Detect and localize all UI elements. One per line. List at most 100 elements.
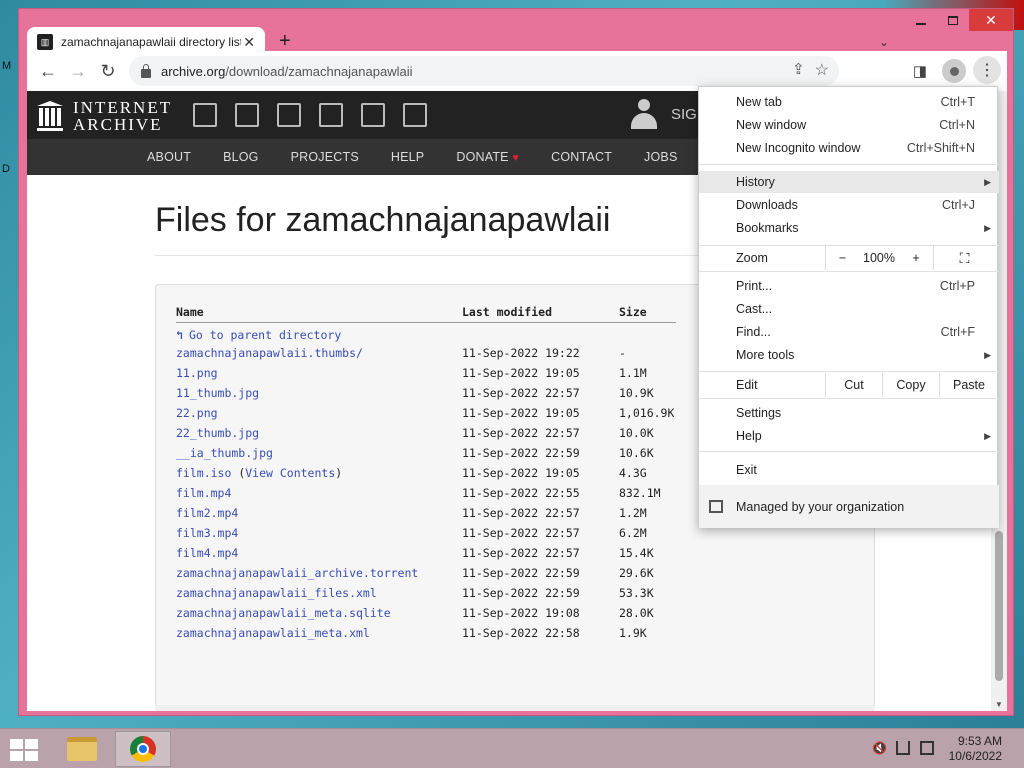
- col-header-size: Size: [619, 305, 676, 323]
- menu-label: Help: [736, 429, 762, 443]
- nav-jobs[interactable]: JOBS: [644, 150, 677, 164]
- file-modified: 11-Sep-2022 22:57: [462, 385, 580, 400]
- network-icon[interactable]: [896, 741, 910, 755]
- file-modified: 11-Sep-2022 22:59: [462, 585, 580, 600]
- file-link[interactable]: film.mp4: [176, 486, 231, 500]
- scrollbar-thumb[interactable]: [995, 531, 1003, 681]
- clock[interactable]: 9:53 AM 10/6/2022: [949, 734, 1002, 764]
- file-modified: 11-Sep-2022 19:05: [462, 365, 580, 380]
- nav-blog[interactable]: BLOG: [223, 150, 259, 164]
- table-row: 22.png 11-Sep-2022 19:05 1,016.9K: [176, 403, 676, 423]
- chrome-app-menu: New tab Ctrl+T New window Ctrl+N New Incog…: [698, 86, 999, 528]
- url-text: archive.org/download/zamachnajanapawlaii: [161, 64, 413, 79]
- side-panel-icon[interactable]: ◨: [905, 56, 935, 86]
- windows-start-icon[interactable]: [10, 739, 38, 761]
- action-center-icon[interactable]: [920, 741, 934, 755]
- file-link[interactable]: 22_thumb.jpg: [176, 426, 259, 440]
- reload-icon[interactable]: ↻: [93, 56, 123, 86]
- horizontal-scrollbar[interactable]: [155, 705, 875, 711]
- video-film-icon[interactable]: [277, 103, 301, 127]
- file-link[interactable]: zamachnajanapawlaii_meta.sqlite: [176, 606, 391, 620]
- ia-building-icon: [37, 101, 63, 131]
- profile-button[interactable]: [939, 56, 969, 86]
- menu-item-settings[interactable]: Settings: [699, 402, 999, 424]
- file-link[interactable]: 22.png: [176, 406, 218, 420]
- file-size: 15.4K: [619, 545, 654, 560]
- nav-projects[interactable]: PROJECTS: [291, 150, 359, 164]
- col-header-modified: Last modified: [462, 305, 619, 323]
- menu-item-history[interactable]: History ▶: [699, 171, 999, 193]
- menu-shortcut: Ctrl+P: [939, 279, 975, 293]
- cut-button[interactable]: Cut: [825, 373, 882, 397]
- menu-item-print[interactable]: Print... Ctrl+P: [699, 275, 999, 297]
- scroll-down-icon[interactable]: ▼: [995, 700, 1003, 709]
- file-size: 10.6K: [619, 445, 654, 460]
- tab-strip: ▥ zamachnajanapawlaii directory listing …: [27, 21, 1007, 57]
- menu-item-new-tab[interactable]: New tab Ctrl+T: [699, 91, 999, 113]
- parent-directory-link[interactable]: ↰ Go to parent directory: [176, 328, 341, 342]
- file-link[interactable]: film4.mp4: [176, 546, 238, 560]
- table-row: zamachnajanapawlaii.thumbs/11-Sep-2022 1…: [176, 343, 676, 363]
- menu-item-help[interactable]: Help ▶: [699, 425, 999, 447]
- menu-item-find[interactable]: Find... Ctrl+F: [699, 321, 999, 343]
- menu-item-exit[interactable]: Exit: [699, 459, 999, 481]
- address-bar[interactable]: archive.org/download/zamachnajanapawlaii…: [129, 56, 839, 86]
- chrome-menu-button[interactable]: ⋮: [973, 56, 1001, 84]
- browser-toolbar: ← → ↻ archive.org/download/zamachnajanap…: [27, 51, 1007, 91]
- file-size: 53.3K: [619, 585, 654, 600]
- bookmark-star-icon[interactable]: ☆: [815, 60, 829, 80]
- zoom-out-button[interactable]: −: [825, 246, 859, 270]
- close-tab-icon[interactable]: ✕: [243, 34, 255, 51]
- menu-item-incognito[interactable]: New Incognito window Ctrl+Shift+N: [699, 137, 999, 159]
- file-link[interactable]: zamachnajanapawlaii.thumbs/: [176, 346, 363, 360]
- file-modified: 11-Sep-2022 19:22: [462, 345, 580, 360]
- chrome-taskbar-button[interactable]: [115, 731, 171, 767]
- menu-item-downloads[interactable]: Downloads Ctrl+J: [699, 194, 999, 216]
- nav-help[interactable]: HELP: [391, 150, 424, 164]
- menu-item-cast[interactable]: Cast...: [699, 298, 999, 320]
- menu-item-new-window[interactable]: New window Ctrl+N: [699, 114, 999, 136]
- audio-speaker-icon[interactable]: [319, 103, 343, 127]
- forward-arrow-icon[interactable]: →: [63, 56, 93, 86]
- texts-book-icon[interactable]: [235, 103, 259, 127]
- file-link[interactable]: film3.mp4: [176, 526, 238, 540]
- zoom-in-button[interactable]: +: [899, 246, 933, 270]
- share-icon[interactable]: ⇪: [792, 60, 805, 80]
- menu-item-bookmarks[interactable]: Bookmarks ▶: [699, 217, 999, 239]
- back-arrow-icon[interactable]: ←: [33, 56, 63, 86]
- nav-donate[interactable]: DONATE ♥: [456, 150, 519, 164]
- file-link[interactable]: film2.mp4: [176, 506, 238, 520]
- table-row: film.iso (View Contents) 11-Sep-2022 19:0…: [176, 463, 676, 483]
- file-modified: 11-Sep-2022 19:05: [462, 465, 580, 480]
- file-size: 28.0K: [619, 605, 654, 620]
- tab-search-chevron-icon[interactable]: ⌄: [879, 35, 889, 49]
- file-explorer-button[interactable]: [54, 731, 110, 767]
- file-link[interactable]: zamachnajanapawlaii_archive.torrent: [176, 566, 418, 580]
- sign-in-area[interactable]: SIGN: [631, 99, 708, 129]
- volume-muted-icon[interactable]: 🔇: [872, 741, 887, 755]
- fullscreen-button[interactable]: ⛶: [933, 246, 995, 270]
- file-link[interactable]: zamachnajanapawlaii_files.xml: [176, 586, 377, 600]
- file-link[interactable]: 11_thumb.jpg: [176, 386, 259, 400]
- tab-title: zamachnajanapawlaii directory listing: [61, 35, 241, 49]
- ia-logo[interactable]: INTERNET ARCHIVE: [37, 99, 172, 133]
- file-link[interactable]: film.iso: [176, 466, 231, 480]
- paste-button[interactable]: Paste: [939, 373, 998, 397]
- table-row: zamachnajanapawlaii_meta.xml 11-Sep-2022 …: [176, 623, 676, 643]
- file-link[interactable]: __ia_thumb.jpg: [176, 446, 273, 460]
- nav-about[interactable]: ABOUT: [147, 150, 191, 164]
- images-icon[interactable]: [403, 103, 427, 127]
- software-floppy-icon[interactable]: [361, 103, 385, 127]
- managed-by-org[interactable]: Managed by your organization: [699, 485, 999, 528]
- menu-item-more-tools[interactable]: More tools ▶: [699, 344, 999, 366]
- menu-shortcut: Ctrl+Shift+N: [906, 141, 975, 155]
- file-link[interactable]: 11.png: [176, 366, 218, 380]
- new-tab-button[interactable]: +: [279, 30, 291, 53]
- web-icon[interactable]: [193, 103, 217, 127]
- parent-directory-label: Go to parent directory: [188, 327, 342, 342]
- view-contents-link[interactable]: View Contents: [245, 466, 335, 480]
- menu-label: Exit: [736, 463, 757, 477]
- nav-contact[interactable]: CONTACT: [551, 150, 612, 164]
- copy-button[interactable]: Copy: [882, 373, 939, 397]
- file-link[interactable]: zamachnajanapawlaii_meta.xml: [176, 626, 370, 640]
